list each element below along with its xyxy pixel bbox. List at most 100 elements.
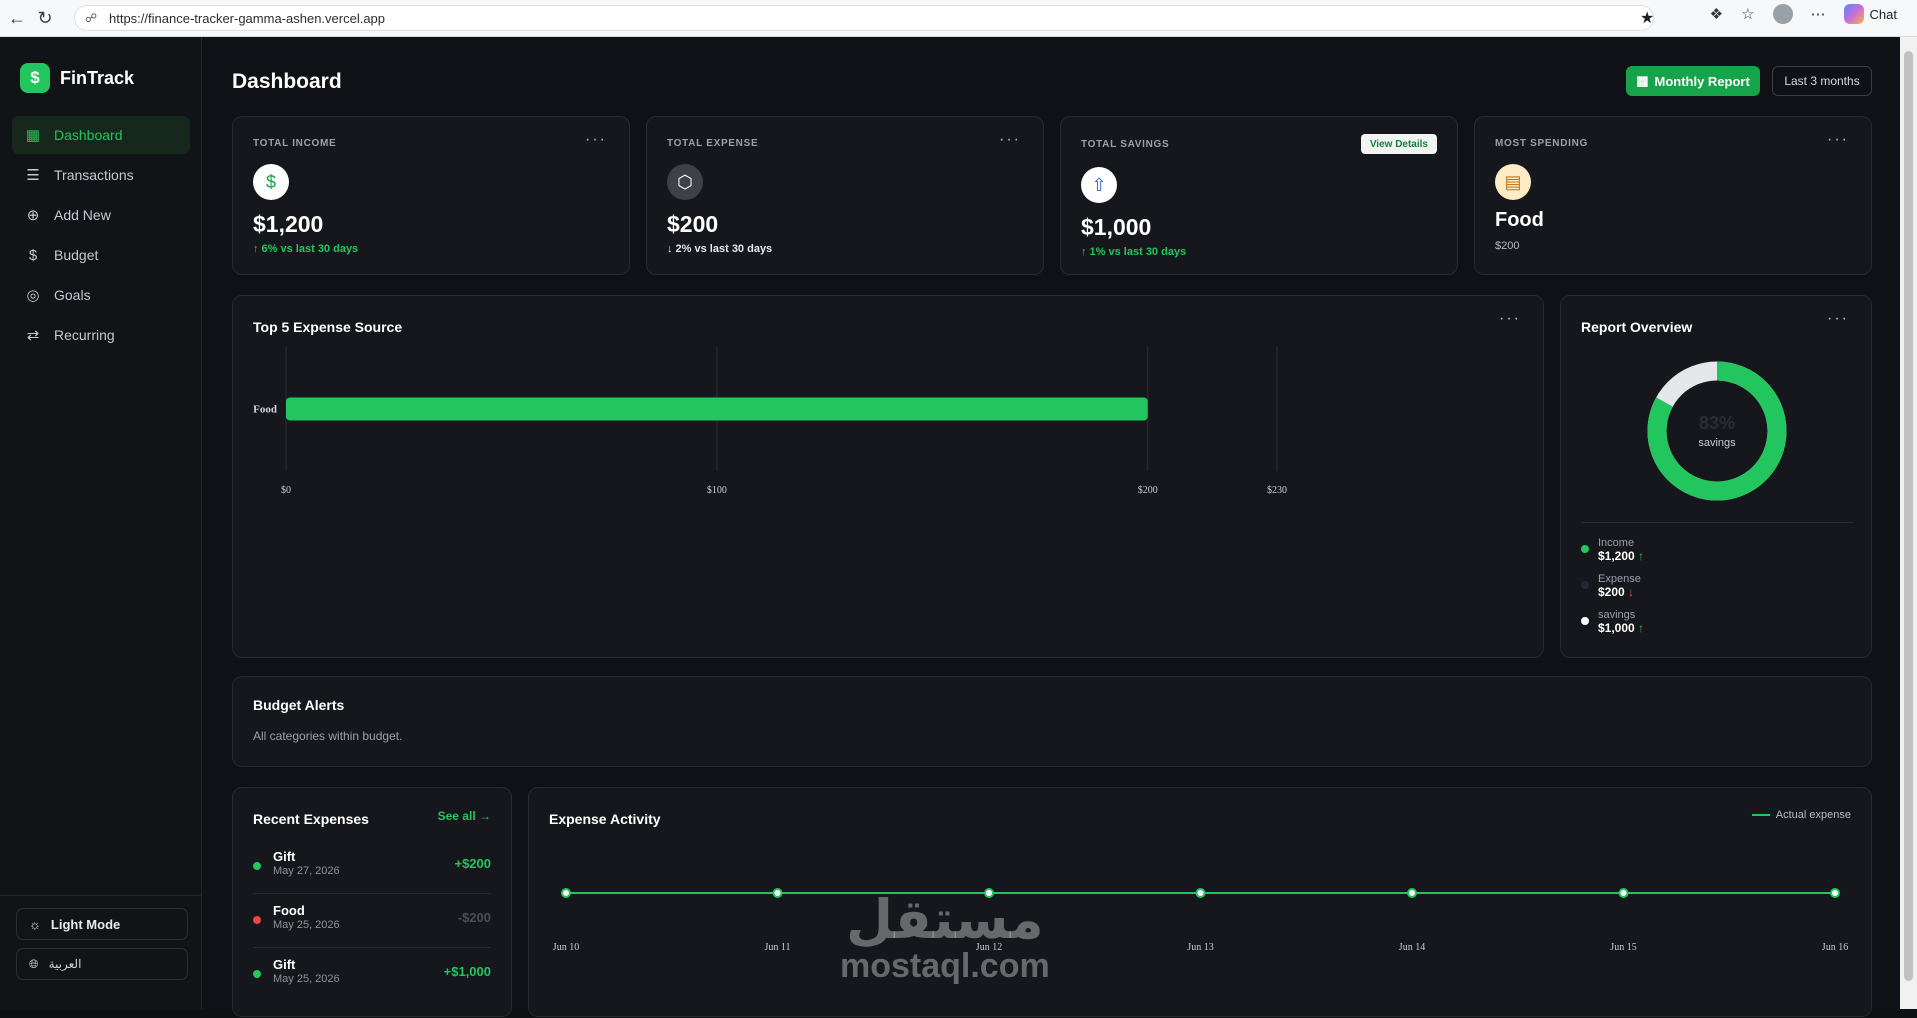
card-title: Recent Expenses xyxy=(253,811,369,827)
card-label: TOTAL EXPENSE xyxy=(667,138,759,149)
total-savings-card: TOTAL SAVINGS View Details ⇧ $1,000 ↑ 1%… xyxy=(1060,116,1458,275)
legend-value: $200 ↓ xyxy=(1598,585,1641,599)
total-income-card: TOTAL INCOME ··· $ $1,200 ↑ 6% vs last 3… xyxy=(232,116,630,275)
extensions-icon[interactable]: ❖ xyxy=(1710,5,1723,23)
report-overview-card: Report Overview ··· 83% savings Income $1… xyxy=(1560,295,1872,658)
expense-name: Gift xyxy=(273,957,296,972)
most-spending-amount: $200 xyxy=(1495,240,1520,252)
sidebar-item-goals[interactable]: ◎ Goals xyxy=(12,276,190,314)
legend-value-text: $1,200 xyxy=(1598,549,1635,563)
arrow-up-icon: ↑ xyxy=(1638,549,1645,563)
watermark-latin: mostaql.com xyxy=(840,946,1050,985)
data-point[interactable] xyxy=(1830,888,1840,898)
legend-income: Income $1,200 ↑ xyxy=(1581,537,1644,563)
bookmark-star-icon[interactable]: ★ xyxy=(1640,8,1654,28)
see-all-link[interactable]: See all → xyxy=(438,809,491,823)
sidebar-item-dashboard[interactable]: ▦ Dashboard xyxy=(12,116,190,154)
sidebar-item-add-new[interactable]: ⊕ Add New xyxy=(12,196,190,234)
data-point[interactable] xyxy=(772,888,783,898)
arrow-up-icon: ↑ xyxy=(1638,621,1645,635)
brand-name: FinTrack xyxy=(60,67,135,88)
status-dot xyxy=(253,916,261,924)
more-options-icon[interactable]: ··· xyxy=(999,131,1021,149)
expense-date: May 25, 2026 xyxy=(273,973,340,985)
sidebar-item-recurring[interactable]: ⇄ Recurring xyxy=(12,316,190,354)
expense-activity-card: Expense Activity Actual expense Jun 10 Ju… xyxy=(528,787,1872,1017)
legend-value-text: $1,000 xyxy=(1598,621,1635,635)
most-spending-card: MOST SPENDING ··· ▤ Food $200 xyxy=(1474,116,1872,275)
card-title: Budget Alerts xyxy=(253,697,345,713)
list-item[interactable]: Gift May 27, 2026 +$200 xyxy=(253,842,491,894)
x-tick-label: $100 xyxy=(707,485,727,496)
page-title: Dashboard xyxy=(232,70,342,93)
list-icon: ☰ xyxy=(26,167,40,184)
data-point[interactable] xyxy=(1195,888,1206,898)
repeat-icon: ⇄ xyxy=(26,327,40,344)
dollar-icon: $ xyxy=(253,164,289,200)
profile-avatar[interactable] xyxy=(1772,4,1793,24)
sidebar-item-label: Add New xyxy=(54,207,111,223)
top-expense-bar-chart: $0 $100 $200 $230 Food xyxy=(253,346,1287,496)
target-icon: ◎ xyxy=(26,287,40,304)
more-options-icon[interactable]: ··· xyxy=(1827,131,1849,149)
watermark-arabic: مستقل xyxy=(846,888,1044,951)
light-mode-toggle[interactable]: ☼ Light Mode xyxy=(16,908,188,940)
legend-name: Income xyxy=(1598,537,1635,549)
top-expense-card: Top 5 Expense Source ··· $0 $100 $200 $230 F… xyxy=(232,295,1544,658)
report-overview-donut: 83% savings xyxy=(1647,361,1787,501)
sidebar-item-label: Recurring xyxy=(54,327,115,343)
view-details-button[interactable]: View Details xyxy=(1360,134,1437,154)
browser-actions: ❖ ☆ ⋯ Chat xyxy=(1710,4,1897,24)
card-label: MOST SPENDING xyxy=(1495,138,1588,149)
language-toggle[interactable]: 🌐︎ العربية xyxy=(16,948,188,980)
brand[interactable]: $ FinTrack xyxy=(20,63,134,93)
favorites-icon[interactable]: ☆ xyxy=(1741,5,1754,23)
browser-toolbar: ← ↻ ☍ https://finance-tracker-gamma-ashe… xyxy=(0,0,1917,37)
card-label: TOTAL SAVINGS xyxy=(1081,139,1170,150)
legend-value: $1,200 ↑ xyxy=(1598,549,1644,563)
total-expense-card: TOTAL EXPENSE ··· ⬡ $200 ↓ 2% vs last 30… xyxy=(646,116,1044,275)
list-item[interactable]: Gift May 25, 2026 +$1,000 xyxy=(253,950,491,1002)
divider xyxy=(1581,522,1853,523)
income-trend: ↑ 6% vs last 30 days xyxy=(253,243,359,255)
expense-date: May 25, 2026 xyxy=(273,919,340,931)
savings-value: $1,000 xyxy=(1081,214,1152,240)
x-tick-label: Jun 11 xyxy=(764,942,790,953)
data-point[interactable] xyxy=(1618,888,1629,898)
light-mode-label: Light Mode xyxy=(50,916,121,932)
status-dot xyxy=(253,970,261,978)
dollar-icon: $ xyxy=(28,246,38,264)
sidebar-item-label: Dashboard xyxy=(54,127,123,143)
address-bar[interactable]: ☍ https://finance-tracker-gamma-ashen.ve… xyxy=(74,5,1654,31)
sidebar-item-label: Transactions xyxy=(54,167,134,183)
income-value: $1,200 xyxy=(253,211,324,237)
bar[interactable] xyxy=(286,397,1148,421)
expense-trend: ↓ 2% vs last 30 days xyxy=(667,243,773,255)
x-tick-label: Jun 16 xyxy=(1822,942,1848,953)
url-text: https://finance-tracker-gamma-ashen.verc… xyxy=(109,10,386,26)
globe-icon: 🌐︎ xyxy=(29,956,39,971)
data-point[interactable] xyxy=(1407,888,1417,898)
reload-icon[interactable]: ↻ xyxy=(28,1,62,35)
date-range-button[interactable]: Last 3 months xyxy=(1772,66,1872,96)
sidebar: $ FinTrack ▦ Dashboard ☰ Transactions ⊕ … xyxy=(0,37,202,1009)
arrow-down-icon: ↓ xyxy=(1628,585,1635,599)
more-icon[interactable]: ⋯ xyxy=(1811,5,1826,23)
x-tick-label: $200 xyxy=(1138,485,1158,496)
expense-name: Food xyxy=(273,903,305,918)
site-info-icon[interactable]: ☍ xyxy=(85,11,101,25)
page-scrollbar[interactable] xyxy=(1900,37,1917,1009)
sidebar-item-transactions[interactable]: ☰ Transactions xyxy=(12,156,190,194)
scrollbar-thumb[interactable] xyxy=(1904,51,1913,981)
data-point[interactable] xyxy=(561,888,571,898)
more-options-icon[interactable]: ··· xyxy=(585,131,607,149)
sidebar-footer: ☼ Light Mode 🌐︎ العربية xyxy=(0,895,202,988)
watermark: مستقل mostaql.com xyxy=(840,888,1050,985)
list-item[interactable]: Food May 25, 2026 -$200 xyxy=(253,896,491,948)
legend-value-text: $200 xyxy=(1598,585,1625,599)
legend-dot xyxy=(1581,581,1589,589)
chat-button[interactable]: Chat xyxy=(1843,4,1897,24)
sidebar-item-budget[interactable]: $ Budget xyxy=(12,236,190,274)
sidebar-item-label: Goals xyxy=(54,287,91,303)
monthly-report-button[interactable]: ▩ Monthly Report xyxy=(1626,66,1760,96)
